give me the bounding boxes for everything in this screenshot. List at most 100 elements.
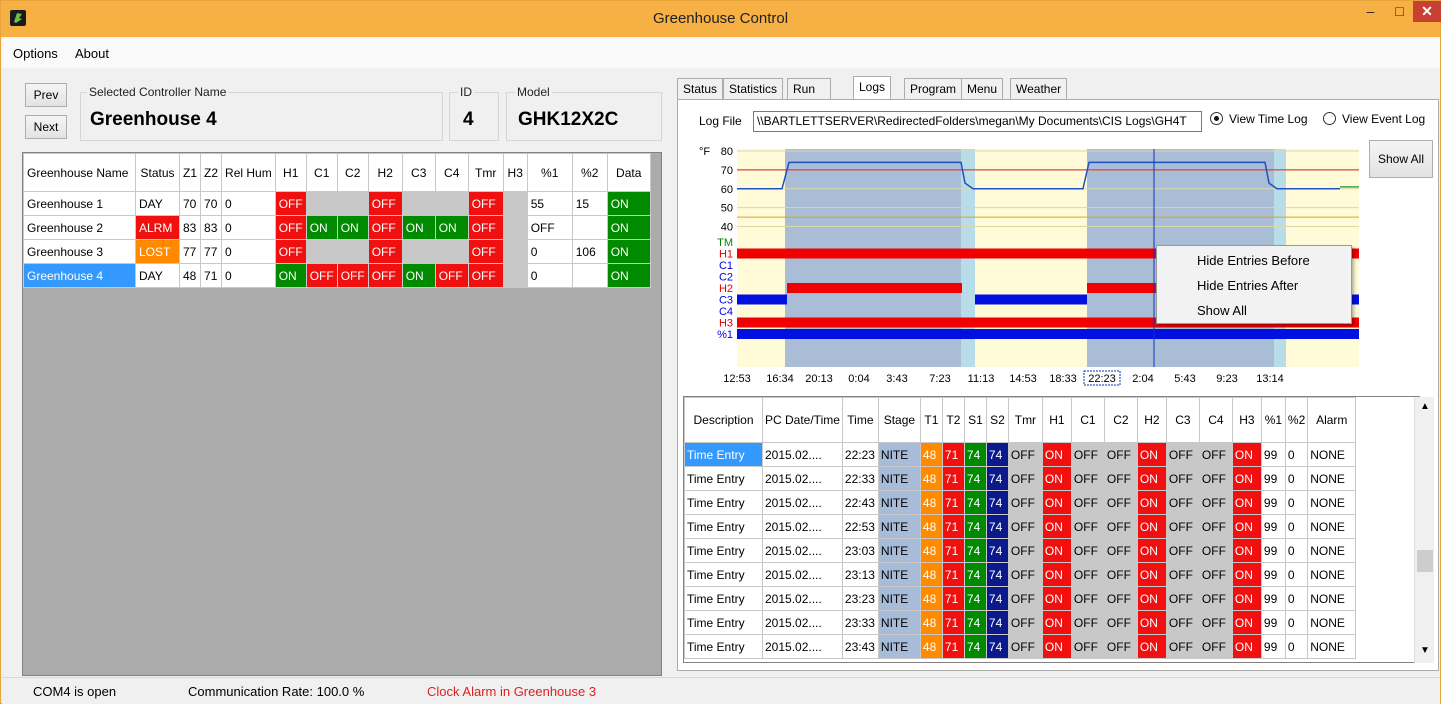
grid-cell[interactable]: OFF [467, 239, 504, 264]
log-cell[interactable]: OFF [1070, 538, 1105, 563]
grid-header-2[interactable]: Z1 [178, 153, 202, 192]
log-cell[interactable]: 48 [919, 586, 943, 611]
log-cell[interactable]: ON [1041, 442, 1072, 467]
log-cell[interactable]: 74 [963, 514, 987, 539]
log-cell[interactable]: OFF [1007, 538, 1043, 563]
log-cell[interactable]: ON [1041, 490, 1072, 515]
log-header-1[interactable]: PC Date/Time [762, 397, 843, 443]
log-cell[interactable]: 23:13 [841, 562, 879, 587]
grid-cell[interactable]: OFF [467, 191, 504, 216]
log-cell[interactable]: OFF [1198, 586, 1233, 611]
log-cell[interactable]: ON [1136, 610, 1167, 635]
grid-cell[interactable]: ON [606, 239, 651, 264]
log-cell[interactable]: ON [1041, 610, 1072, 635]
tab-logs[interactable]: Logs [853, 76, 892, 101]
grid-cell[interactable] [401, 191, 436, 216]
next-button[interactable]: Next [25, 115, 67, 139]
log-cell[interactable]: ON [1136, 586, 1167, 611]
log-cell[interactable]: Time Entry [684, 490, 763, 515]
log-cell[interactable]: OFF [1198, 562, 1233, 587]
grid-header-4[interactable]: Rel Hum [221, 153, 276, 192]
log-cell[interactable]: 74 [963, 538, 987, 563]
log-cell[interactable]: OFF [1198, 514, 1233, 539]
grid-cell[interactable]: OFF [367, 263, 403, 288]
log-header-18[interactable]: Alarm [1307, 397, 1357, 443]
grid-cell[interactable] [305, 191, 338, 216]
log-cell[interactable]: 99 [1260, 442, 1286, 467]
log-cell[interactable]: 99 [1260, 586, 1286, 611]
log-header-11[interactable]: C2 [1103, 397, 1138, 443]
log-cell[interactable]: 48 [919, 514, 943, 539]
grid-cell[interactable]: OFF [336, 263, 369, 288]
log-cell[interactable]: Time Entry [684, 634, 763, 659]
log-cell[interactable]: OFF [1070, 442, 1105, 467]
grid-cell[interactable] [336, 239, 369, 264]
grid-header-8[interactable]: H2 [367, 153, 403, 192]
log-cell[interactable]: ON [1231, 538, 1262, 563]
log-cell[interactable]: OFF [1165, 562, 1200, 587]
tab-statistics[interactable]: Statistics [723, 78, 784, 100]
table-row[interactable]: Time Entry 2015.02.... 23:23 NITE 48 71 74 74 OF… [684, 586, 1357, 611]
prev-button[interactable]: Prev [25, 83, 67, 107]
log-header-8[interactable]: Tmr [1007, 397, 1043, 443]
log-cell[interactable]: 74 [963, 586, 987, 611]
log-cell[interactable]: OFF [1165, 634, 1200, 659]
log-header-5[interactable]: T2 [941, 397, 965, 443]
log-cell[interactable]: 74 [985, 538, 1009, 563]
log-cell[interactable]: ON [1231, 634, 1262, 659]
grid-cell[interactable] [401, 239, 436, 264]
table-row[interactable]: Time Entry 2015.02.... 23:33 NITE 48 71 74 74 OF… [684, 610, 1357, 635]
log-file-path-field[interactable]: \\BARTLETTSERVER\RedirectedFolders\megan… [753, 111, 1202, 132]
log-cell[interactable]: 48 [919, 490, 943, 515]
log-cell[interactable]: NITE [877, 538, 921, 563]
log-cell[interactable]: 74 [985, 610, 1009, 635]
log-cell[interactable]: 22:33 [841, 466, 879, 491]
log-cell[interactable]: NITE [877, 634, 921, 659]
log-cell[interactable]: NITE [877, 442, 921, 467]
log-cell[interactable]: 74 [985, 466, 1009, 491]
grid-cell[interactable]: 0 [221, 263, 276, 288]
grid-cell[interactable]: ON [606, 263, 651, 288]
log-cell[interactable]: NONE [1307, 442, 1357, 467]
log-cell[interactable]: 48 [919, 610, 943, 635]
log-cell[interactable]: ON [1041, 586, 1072, 611]
log-cell[interactable]: 2015.02.... [762, 562, 843, 587]
scroll-up-arrow-icon[interactable]: ▲ [1420, 401, 1430, 412]
log-cell[interactable]: NITE [877, 514, 921, 539]
grid-cell[interactable]: DAY [135, 191, 180, 216]
log-cell[interactable]: ON [1231, 562, 1262, 587]
log-cell[interactable]: OFF [1165, 514, 1200, 539]
log-cell[interactable]: NONE [1307, 634, 1357, 659]
grid-header-15[interactable]: Data [606, 153, 651, 192]
log-cell[interactable]: 74 [963, 634, 987, 659]
log-cell[interactable]: 71 [941, 442, 965, 467]
log-cell[interactable]: OFF [1070, 562, 1105, 587]
log-cell[interactable]: Time Entry [684, 610, 763, 635]
grid-cell[interactable] [502, 239, 528, 264]
log-cell[interactable]: 0 [1284, 466, 1309, 491]
grid-cell[interactable]: 77 [200, 239, 223, 264]
grid-cell[interactable]: 0 [221, 215, 276, 240]
log-header-15[interactable]: H3 [1231, 397, 1262, 443]
log-cell[interactable]: NITE [877, 490, 921, 515]
grid-cell[interactable]: LOST [135, 239, 180, 264]
table-row[interactable]: Time Entry 2015.02.... 23:03 NITE 48 71 74 74 OF… [684, 538, 1357, 563]
log-header-3[interactable]: Stage [877, 397, 921, 443]
grid-cell[interactable]: 0 [221, 191, 276, 216]
grid-cell[interactable] [434, 191, 469, 216]
grid-cell[interactable] [571, 263, 608, 288]
log-cell[interactable]: OFF [1198, 490, 1233, 515]
log-cell[interactable]: ON [1231, 610, 1262, 635]
close-button[interactable]: ✕ [1413, 1, 1441, 22]
log-cell[interactable]: ON [1041, 562, 1072, 587]
log-cell[interactable]: 0 [1284, 442, 1309, 467]
log-cell[interactable]: OFF [1070, 514, 1105, 539]
table-row[interactable]: Time Entry 2015.02.... 23:43 NITE 48 71 74 74 OF… [684, 634, 1357, 659]
grid-cell[interactable]: ON [434, 215, 469, 240]
log-header-14[interactable]: C4 [1198, 397, 1233, 443]
log-cell[interactable]: OFF [1198, 610, 1233, 635]
grid-cell[interactable]: OFF [467, 263, 504, 288]
log-cell[interactable]: ON [1231, 514, 1262, 539]
log-cell[interactable]: 22:53 [841, 514, 879, 539]
log-cell[interactable]: NITE [877, 610, 921, 635]
